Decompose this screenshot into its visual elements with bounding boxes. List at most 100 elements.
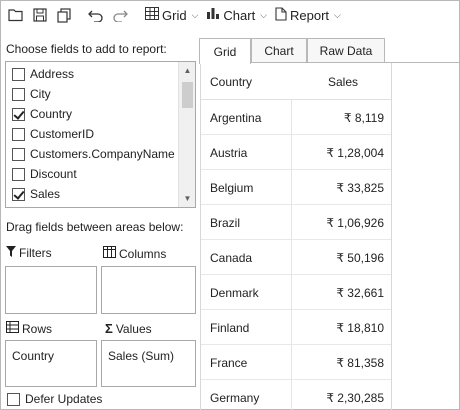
filters-label: Filters	[19, 246, 52, 260]
row-sales: ₹ 1,06,926	[326, 216, 384, 230]
scroll-up-arrow-icon[interactable]: ▲	[179, 62, 195, 79]
columns-header: Columns	[103, 246, 166, 261]
field-item-customerid[interactable]: CustomerID	[12, 124, 94, 144]
scroll-thumb[interactable]	[182, 82, 193, 108]
column-header-sales[interactable]: Sales	[328, 75, 358, 89]
row-country: France	[210, 356, 248, 370]
table-row[interactable]: Belgium ₹ 33,825	[201, 170, 391, 205]
field-list-scrollbar[interactable]: ▲ ▼	[178, 62, 195, 207]
field-item-city[interactable]: City	[12, 84, 51, 104]
pivot-grid: Country Sales Argentina ₹ 8,119 Austria …	[200, 63, 392, 410]
values-drop-area[interactable]: Sales (Sum)	[101, 340, 196, 387]
defer-updates-box[interactable]	[7, 392, 20, 406]
column-header-country[interactable]: Country	[210, 75, 252, 89]
rows-header: Rows	[6, 321, 52, 336]
undo-button[interactable]	[85, 4, 107, 26]
chevron-down-icon: ⌵	[260, 9, 268, 20]
chevron-down-icon: ⌵	[334, 9, 341, 20]
field-checkbox[interactable]	[12, 107, 25, 121]
row-sales: ₹ 18,810	[336, 321, 384, 335]
filters-drop-area[interactable]	[5, 266, 97, 314]
grid-dropdown-label: Grid	[162, 7, 187, 23]
field-checkbox[interactable]	[12, 67, 25, 81]
report-dropdown-label: Report	[290, 7, 330, 23]
row-sales: ₹ 8,119	[343, 111, 384, 125]
redo-button[interactable]	[109, 4, 131, 26]
rows-label: Rows	[22, 321, 53, 336]
table-row[interactable]: Austria ₹ 1,28,004	[201, 135, 391, 170]
chart-dropdown[interactable]: Chart ⌵	[202, 4, 271, 26]
field-label: City	[30, 87, 51, 101]
values-label: Values	[115, 321, 152, 336]
folder-open-icon	[8, 8, 24, 22]
table-row[interactable]: Germany ₹ 2,30,285	[201, 380, 391, 410]
toolbar: Grid ⌵ Chart ⌵ Report ⌵	[5, 3, 455, 27]
tab-raw-data[interactable]: Raw Data	[307, 38, 385, 63]
table-row[interactable]: Argentina ₹ 8,119	[201, 100, 391, 135]
table-row[interactable]: France ₹ 81,358	[201, 345, 391, 380]
columns-label: Columns	[119, 246, 167, 261]
field-label: CustomerID	[30, 127, 95, 141]
rows-drop-area[interactable]: Country	[5, 340, 97, 387]
bar-chart-icon	[206, 7, 220, 23]
values-header: Σ Values	[105, 321, 152, 336]
field-item-companyname[interactable]: Customers.CompanyName	[12, 144, 175, 164]
chevron-down-icon: ⌵	[191, 9, 199, 20]
fields-panel-title: Choose fields to add to report:	[6, 42, 167, 56]
row-sales: ₹ 32,661	[336, 286, 384, 300]
row-sales: ₹ 1,28,004	[326, 146, 384, 160]
grid-icon	[145, 7, 159, 23]
row-country: Canada	[210, 251, 253, 265]
filters-header: Filters	[6, 246, 52, 260]
rows-field-country[interactable]: Country	[12, 349, 54, 363]
field-checkbox[interactable]	[12, 147, 25, 161]
olap-window: Grid ⌵ Chart ⌵ Report ⌵ Choose fields to…	[0, 0, 460, 410]
field-item-discount[interactable]: Discount	[12, 164, 77, 184]
rows-icon	[6, 321, 19, 336]
table-row[interactable]: Denmark ₹ 32,661	[201, 275, 391, 310]
field-label: Customers.CompanyName	[30, 147, 175, 161]
row-country: Germany	[210, 391, 260, 405]
copy-button[interactable]	[53, 4, 75, 26]
tab-grid-label: Grid	[213, 44, 237, 59]
columns-drop-area[interactable]	[101, 266, 196, 314]
grid-header: Country Sales	[201, 63, 391, 100]
columns-icon	[103, 246, 116, 261]
field-checkbox[interactable]	[12, 187, 25, 201]
tab-chart-label: Chart	[264, 44, 294, 58]
grid-dropdown[interactable]: Grid ⌵	[141, 4, 202, 26]
save-button[interactable]	[29, 4, 51, 26]
table-row[interactable]: Brazil ₹ 1,06,926	[201, 205, 391, 240]
copy-icon	[57, 7, 71, 23]
undo-icon	[88, 8, 104, 22]
field-label: Country	[30, 107, 73, 121]
field-checkbox[interactable]	[12, 127, 25, 141]
field-list: Address City Country CustomerID Customer…	[5, 61, 196, 208]
scroll-down-arrow-icon[interactable]: ▼	[179, 190, 195, 207]
report-dropdown[interactable]: Report ⌵	[271, 4, 345, 26]
values-field-sales-sum[interactable]: Sales (Sum)	[108, 349, 174, 363]
row-country: Finland	[210, 321, 250, 335]
row-country: Austria	[210, 146, 248, 160]
field-checkbox[interactable]	[12, 87, 25, 101]
tab-grid[interactable]: Grid	[199, 38, 251, 64]
field-item-country[interactable]: Country	[12, 104, 72, 124]
row-country: Brazil	[210, 216, 241, 230]
table-row[interactable]: Canada ₹ 50,196	[201, 240, 391, 275]
field-item-address[interactable]: Address	[12, 64, 74, 84]
field-label: Discount	[30, 167, 77, 181]
open-button[interactable]	[5, 4, 27, 26]
chart-dropdown-label: Chart	[223, 7, 256, 23]
table-row[interactable]: Finland ₹ 18,810	[201, 310, 391, 345]
sigma-icon: Σ	[105, 321, 113, 336]
defer-updates-checkbox[interactable]: Defer Updates	[7, 392, 102, 406]
tab-chart[interactable]: Chart	[251, 38, 307, 63]
field-item-sales[interactable]: Sales	[12, 184, 60, 204]
filter-icon	[6, 246, 16, 260]
defer-updates-label: Defer Updates	[25, 392, 103, 406]
redo-icon	[112, 8, 128, 22]
field-checkbox[interactable]	[12, 167, 25, 181]
row-sales: ₹ 2,30,285	[326, 391, 384, 405]
document-icon	[275, 6, 287, 24]
save-icon	[33, 8, 47, 22]
